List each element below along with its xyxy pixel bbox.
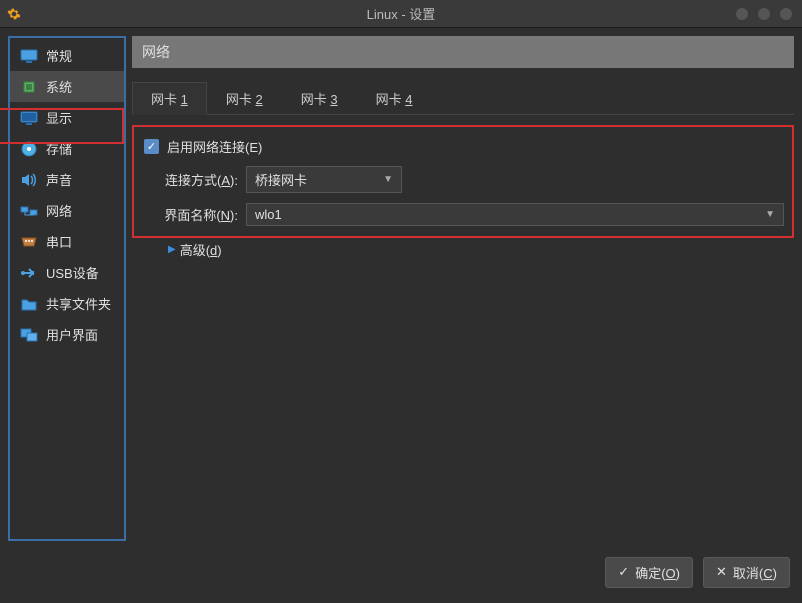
sidebar-label: 常规 <box>46 46 72 65</box>
sidebar-item-general[interactable]: 常规 <box>10 40 124 71</box>
attached-to-row: 连接方式(A): 桥接网卡 ▼ <box>142 166 784 193</box>
advanced-toggle[interactable]: ▶ 高级(d) <box>132 240 794 259</box>
minimize-button[interactable] <box>736 8 748 20</box>
sidebar-item-display[interactable]: 显示 <box>10 102 124 133</box>
enable-network-row: ✓ 启用网络连接(E) <box>142 137 784 156</box>
ok-button[interactable]: ✓ 确定(O) <box>605 557 693 588</box>
sidebar-item-audio[interactable]: 声音 <box>10 164 124 195</box>
monitor-icon <box>20 48 38 64</box>
sidebar-label: 共享文件夹 <box>46 294 111 313</box>
app-icon <box>0 0 28 28</box>
sidebar-label: 网络 <box>46 201 72 220</box>
check-icon: ✓ <box>618 564 629 580</box>
tab-adapter-2[interactable]: 网卡 2 <box>207 82 282 115</box>
content: 常规 系统 显示 存储 声音 网络 串口 USB设备 <box>0 28 802 549</box>
close-button[interactable] <box>780 8 792 20</box>
sidebar-label: 系统 <box>46 77 72 96</box>
sidebar-label: 用户界面 <box>46 325 98 344</box>
display-icon <box>20 110 38 126</box>
tab-adapter-4[interactable]: 网卡 4 <box>357 82 432 115</box>
interface-name-value: wlo1 <box>255 207 282 222</box>
main-panel: 网络 网卡 1 网卡 2 网卡 3 网卡 4 ✓ 启用网络连接(E) 连接方式(… <box>132 36 794 541</box>
folder-icon <box>20 296 38 312</box>
sidebar-item-system[interactable]: 系统 <box>10 71 124 102</box>
interface-icon <box>20 327 38 343</box>
disk-icon <box>20 141 38 157</box>
sidebar: 常规 系统 显示 存储 声音 网络 串口 USB设备 <box>8 36 126 541</box>
enable-network-checkbox[interactable]: ✓ <box>144 139 159 154</box>
interface-name-select[interactable]: wlo1 ▼ <box>246 203 784 226</box>
network-icon <box>20 203 38 219</box>
page-title: 网络 <box>132 36 794 68</box>
enable-network-label: 启用网络连接(E) <box>167 137 262 156</box>
attached-to-select[interactable]: 桥接网卡 ▼ <box>246 166 402 193</box>
network-panel: ✓ 启用网络连接(E) 连接方式(A): 桥接网卡 ▼ 界面名称(N): wlo… <box>132 125 794 238</box>
cancel-label: 取消(C) <box>733 563 777 582</box>
cancel-button[interactable]: ✕ 取消(C) <box>703 557 790 588</box>
advanced-label: 高级(d) <box>180 240 222 259</box>
sidebar-label: USB设备 <box>46 263 99 282</box>
chip-icon <box>20 79 38 95</box>
sidebar-item-shared[interactable]: 共享文件夹 <box>10 288 124 319</box>
titlebar: Linux - 设置 <box>0 0 802 28</box>
maximize-button[interactable] <box>758 8 770 20</box>
sidebar-label: 存储 <box>46 139 72 158</box>
triangle-right-icon: ▶ <box>168 244 176 255</box>
sidebar-label: 串口 <box>46 232 72 251</box>
attached-to-label: 连接方式(A): <box>162 170 238 189</box>
window-controls <box>736 8 792 20</box>
window-title: Linux - 设置 <box>367 4 436 23</box>
tab-adapter-3[interactable]: 网卡 3 <box>282 82 357 115</box>
sidebar-item-storage[interactable]: 存储 <box>10 133 124 164</box>
sidebar-item-network[interactable]: 网络 <box>10 195 124 226</box>
usb-icon <box>20 265 38 281</box>
sidebar-label: 显示 <box>46 108 72 127</box>
ok-label: 确定(O) <box>635 563 680 582</box>
tab-adapter-1[interactable]: 网卡 1 <box>132 82 207 115</box>
speaker-icon <box>20 172 38 188</box>
serial-icon <box>20 234 38 250</box>
sidebar-item-serial[interactable]: 串口 <box>10 226 124 257</box>
tabs: 网卡 1 网卡 2 网卡 3 网卡 4 <box>132 82 794 115</box>
chevron-down-icon: ▼ <box>765 209 775 220</box>
footer: ✓ 确定(O) ✕ 取消(C) <box>0 549 802 595</box>
sidebar-item-usb[interactable]: USB设备 <box>10 257 124 288</box>
attached-to-value: 桥接网卡 <box>255 170 307 189</box>
interface-name-label: 界面名称(N): <box>162 205 238 224</box>
close-icon: ✕ <box>716 564 727 580</box>
sidebar-label: 声音 <box>46 170 72 189</box>
interface-name-row: 界面名称(N): wlo1 ▼ <box>142 203 784 226</box>
chevron-down-icon: ▼ <box>383 174 393 185</box>
sidebar-item-interface[interactable]: 用户界面 <box>10 319 124 350</box>
